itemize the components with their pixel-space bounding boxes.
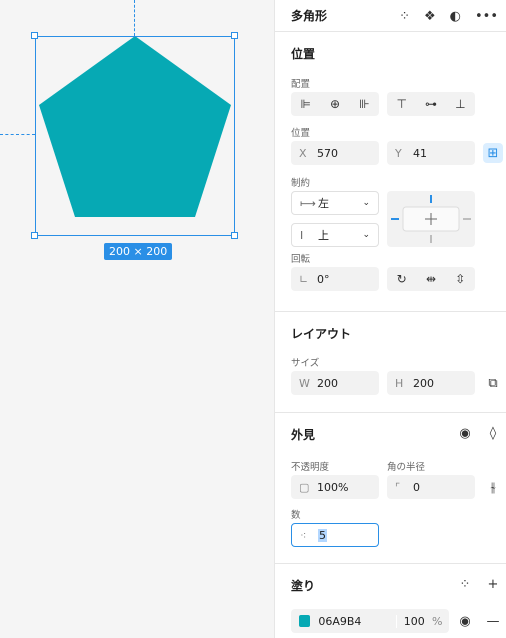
vertical-guide-line xyxy=(134,0,135,36)
fill-color-field[interactable]: 06A9B4 100 % xyxy=(291,609,449,633)
eye-icon[interactable]: ◉ xyxy=(455,423,475,443)
corner-radius-label: 角の半径 xyxy=(387,462,426,473)
vertical-constraint-select[interactable]: I 上 ⌄ xyxy=(291,223,379,247)
rotation-field[interactable]: ∟ 0° xyxy=(291,267,379,291)
align-horizontal-group: ⊫ ⊕ ⊪ xyxy=(291,92,379,116)
position-label: 位置 xyxy=(291,128,311,139)
constraints-label: 制約 xyxy=(291,178,311,189)
rotation-value: 0° xyxy=(317,272,330,286)
fill-title: 塗り xyxy=(291,579,316,593)
blend-mode-icon[interactable]: ◊ xyxy=(483,423,503,443)
selection-box xyxy=(35,36,235,236)
align-center-h-icon[interactable]: ⊕ xyxy=(320,92,349,116)
position-title: 位置 xyxy=(291,47,316,61)
rotation-label: 回転 xyxy=(291,254,311,265)
resize-handle-top-left[interactable] xyxy=(31,32,38,39)
fill-section: 塗り ⁘ + 06A9B4 100 % ◉ — xyxy=(275,564,506,638)
align-label: 配置 xyxy=(291,79,311,90)
panel-title: 多角形 xyxy=(291,9,328,23)
width-field[interactable]: W 200 xyxy=(291,371,379,395)
flip-vertical-icon[interactable]: ⇳ xyxy=(446,267,475,291)
fill-opacity-unit: % xyxy=(432,614,443,628)
count-value[interactable]: 5 xyxy=(318,528,327,542)
count-label: 数 xyxy=(291,510,301,521)
align-vertical-group: ⊤ ⊶ ⊥ xyxy=(387,92,475,116)
component-grid-icon[interactable]: ⁘ xyxy=(399,9,410,24)
horizontal-guide-line xyxy=(0,134,35,135)
h-prefix: H xyxy=(395,376,404,390)
horizontal-constraint-select[interactable]: ⟼ 左 ⌄ xyxy=(291,191,379,215)
align-center-v-icon[interactable]: ⊶ xyxy=(416,92,445,116)
count-icon: ⁖ xyxy=(300,528,307,542)
align-right-icon[interactable]: ⊪ xyxy=(350,92,379,116)
opacity-value: 100% xyxy=(317,480,349,494)
canvas[interactable]: 200 × 200 xyxy=(0,0,274,638)
position-section: 位置 配置 ⊫ ⊕ ⊪ ⊤ ⊶ ⊥ 位置 X 570 Y 41 ⊞ 制約 ⟼ 左… xyxy=(275,32,506,312)
height-value: 200 xyxy=(413,376,434,390)
fill-opacity[interactable]: 100 xyxy=(395,614,432,628)
appearance-title: 外見 xyxy=(291,428,316,442)
align-left-icon[interactable]: ⊫ xyxy=(291,92,320,116)
rotate-icon[interactable]: ↻ xyxy=(387,267,416,291)
resize-to-fit-icon[interactable]: ⧉ xyxy=(483,373,503,393)
opacity-icon: ▢ xyxy=(299,480,310,494)
x-prefix: X xyxy=(299,146,307,160)
more-icon[interactable]: ••• xyxy=(475,9,498,24)
y-prefix: Y xyxy=(395,146,402,160)
corner-radius-field[interactable]: ⌜ 0 xyxy=(387,475,475,499)
width-value: 200 xyxy=(317,376,338,390)
fill-swatch[interactable] xyxy=(299,615,311,627)
horizontal-constraint-icon: ⟼ xyxy=(300,196,316,210)
resize-handle-bottom-right[interactable] xyxy=(231,232,238,239)
count-field[interactable]: ⁖ 5 xyxy=(291,523,379,547)
height-field[interactable]: H 200 xyxy=(387,371,475,395)
appearance-section: 外見 ◉ ◊ 不透明度 角の半径 ▢ 100% ⌜ 0 ⫳ 数 ⁖ 5 xyxy=(275,413,506,564)
y-value: 41 xyxy=(413,146,427,160)
eye-icon[interactable]: ◉ xyxy=(455,611,475,631)
x-value: 570 xyxy=(317,146,338,160)
y-field[interactable]: Y 41 xyxy=(387,141,475,165)
flip-horizontal-icon[interactable]: ⇹ xyxy=(416,267,445,291)
mask-icon[interactable]: ◐ xyxy=(450,9,461,24)
w-prefix: W xyxy=(299,376,310,390)
add-fill-icon[interactable]: + xyxy=(483,574,503,594)
remove-fill-icon[interactable]: — xyxy=(483,611,503,631)
vertical-constraint-value: 上 xyxy=(318,229,329,242)
corner-radius-icon: ⌜ xyxy=(395,480,401,494)
layout-section: レイアウト サイズ W 200 H 200 ⧉ xyxy=(275,312,506,413)
chevron-down-icon: ⌄ xyxy=(362,230,370,240)
panel-header: 多角形 ⁘ ❖ ◐ ••• xyxy=(275,0,506,32)
align-top-icon[interactable]: ⊤ xyxy=(387,92,416,116)
transform-group: ↻ ⇹ ⇳ xyxy=(387,267,475,291)
resize-handle-top-right[interactable] xyxy=(231,32,238,39)
absolute-position-icon[interactable]: ⊞ xyxy=(483,143,503,163)
constraint-widget[interactable] xyxy=(387,191,475,247)
size-badge: 200 × 200 xyxy=(104,243,173,260)
horizontal-constraint-value: 左 xyxy=(318,197,329,210)
x-field[interactable]: X 570 xyxy=(291,141,379,165)
align-bottom-icon[interactable]: ⊥ xyxy=(446,92,475,116)
chevron-down-icon: ⌄ xyxy=(362,198,370,208)
angle-icon: ∟ xyxy=(299,272,309,286)
opacity-label: 不透明度 xyxy=(291,462,330,473)
size-label: サイズ xyxy=(291,358,320,369)
styles-grid-icon[interactable]: ⁘ xyxy=(455,574,475,594)
vertical-constraint-icon: I xyxy=(300,228,304,242)
opacity-field[interactable]: ▢ 100% xyxy=(291,475,379,499)
component-diamond-icon[interactable]: ❖ xyxy=(424,9,436,24)
fill-hex[interactable]: 06A9B4 xyxy=(318,615,395,628)
corner-radius-value: 0 xyxy=(413,480,420,494)
independent-corners-icon[interactable]: ⫳ xyxy=(483,477,503,497)
properties-panel: 多角形 ⁘ ❖ ◐ ••• 位置 配置 ⊫ ⊕ ⊪ ⊤ ⊶ ⊥ 位置 X 570… xyxy=(274,0,506,638)
layout-title: レイアウト xyxy=(291,327,352,341)
resize-handle-bottom-left[interactable] xyxy=(31,232,38,239)
